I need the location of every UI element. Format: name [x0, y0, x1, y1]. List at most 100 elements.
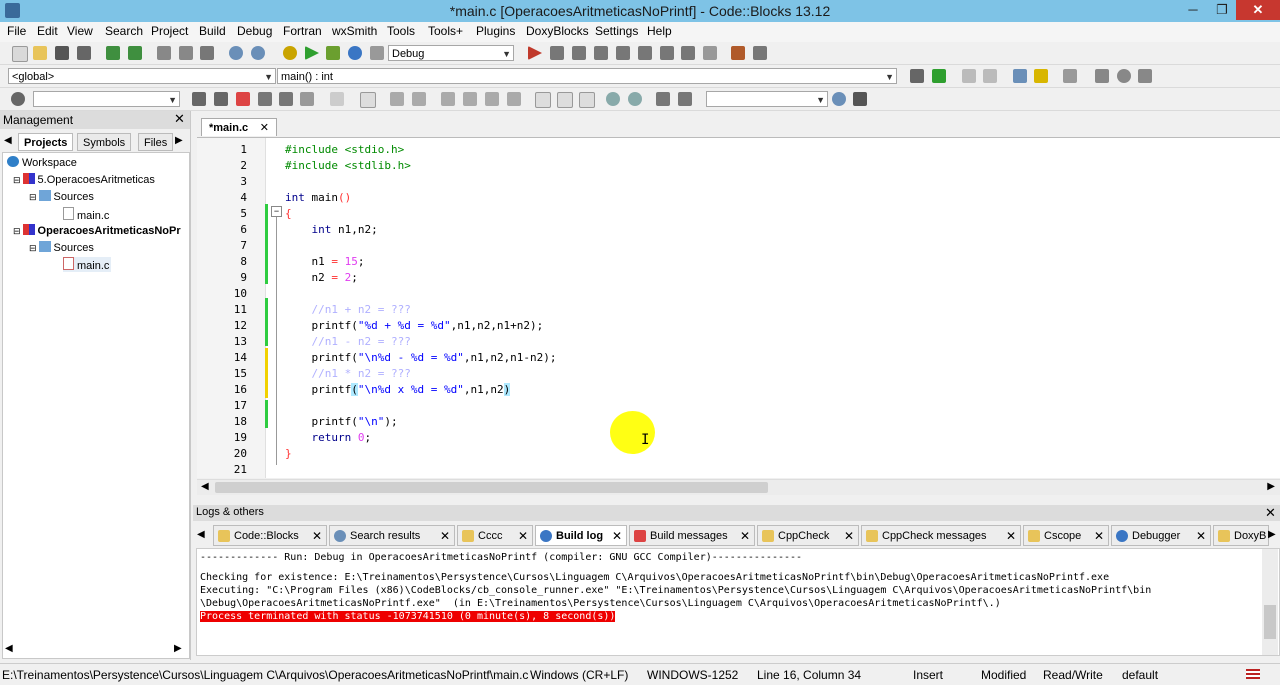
select-icon[interactable]	[258, 92, 272, 106]
close-icon[interactable]: ✕	[1196, 526, 1206, 547]
tree-file-2[interactable]: main.c	[63, 257, 112, 272]
tree-horizontal-scrollbar[interactable]: ◀ ▶	[0, 642, 190, 657]
build-gear-icon[interactable]	[283, 46, 297, 60]
menu-wxsmith[interactable]: wxSmith	[332, 24, 377, 38]
close-icon[interactable]: ✕	[518, 526, 528, 547]
toggle-bookmark-icon[interactable]	[1117, 69, 1131, 83]
redo-icon[interactable]	[128, 46, 142, 60]
fold-icon[interactable]: −	[271, 206, 282, 217]
next-instruction-icon[interactable]	[638, 46, 652, 60]
frame-1-icon[interactable]	[535, 92, 551, 108]
next-line-icon[interactable]	[572, 46, 586, 60]
rebuild-icon[interactable]	[348, 46, 362, 60]
menu-settings[interactable]: Settings	[595, 24, 638, 38]
new-file-icon[interactable]	[12, 46, 28, 62]
various-info-icon[interactable]	[753, 46, 767, 60]
chevron-left-icon[interactable]: ◀	[4, 135, 12, 146]
menu-help[interactable]: Help	[647, 24, 672, 38]
jump-implementation-icon[interactable]	[932, 69, 946, 83]
clear-icon[interactable]	[11, 92, 25, 106]
align-3-icon[interactable]	[485, 92, 499, 106]
close-icon[interactable]: ✕	[612, 526, 622, 547]
menu-build[interactable]: Build	[199, 24, 226, 38]
menu-view[interactable]: View	[67, 24, 93, 38]
close-icon[interactable]: ✕	[312, 526, 322, 547]
scrollbar-thumb[interactable]	[1264, 605, 1276, 639]
stop-debug-icon[interactable]	[703, 46, 717, 60]
close-icon[interactable]: ✕	[440, 526, 450, 547]
collapse-icon[interactable]: ⊟	[29, 243, 37, 253]
options-icon[interactable]	[300, 92, 314, 106]
zoom-out-icon[interactable]	[628, 92, 642, 106]
step-out-icon[interactable]	[616, 46, 630, 60]
open-icon[interactable]	[33, 46, 47, 60]
close-button[interactable]: ✕	[1236, 0, 1280, 20]
abort-icon[interactable]	[370, 46, 384, 60]
menu-doxyblocks[interactable]: DoxyBlocks	[526, 24, 589, 38]
layout-1-icon[interactable]	[360, 92, 376, 108]
tab-cppcheck[interactable]: CppCheck ✕	[757, 525, 859, 546]
tab-debugger[interactable]: Debugger ✕	[1111, 525, 1211, 546]
regex-icon[interactable]	[279, 92, 293, 106]
tab-symbols[interactable]: Symbols	[77, 133, 132, 151]
close-icon[interactable]: ✕	[174, 111, 185, 127]
find-icon[interactable]	[229, 46, 243, 60]
menu-plugins[interactable]: Plugins	[476, 24, 515, 38]
save-all-icon[interactable]	[77, 46, 91, 60]
chevron-right-icon[interactable]: ▶	[1268, 529, 1276, 540]
menu-edit[interactable]: Edit	[37, 24, 58, 38]
prev-bookmark-icon[interactable]	[1095, 69, 1109, 83]
language-flag-icon[interactable]	[1246, 669, 1260, 679]
menu-file[interactable]: File	[7, 24, 26, 38]
forward-arrow-icon[interactable]	[214, 92, 228, 106]
menu-search[interactable]: Search	[105, 24, 143, 38]
align-2-icon[interactable]	[463, 92, 477, 106]
build-log-output[interactable]: ------------- Run: Debug in OperacoesAri…	[196, 548, 1280, 656]
close-icon[interactable]: ✕	[844, 526, 854, 547]
menu-tools-plus[interactable]: Tools+	[428, 24, 463, 38]
pointer-icon[interactable]	[330, 92, 344, 106]
tree-project-1[interactable]: ⊟ 5.OperacoesAritmeticas	[13, 173, 155, 186]
scroll-left-icon[interactable]: ◀	[201, 481, 209, 492]
tab-cppcheck-messages[interactable]: CppCheck messages ✕	[861, 525, 1021, 546]
doxywizard-icon[interactable]	[1013, 69, 1027, 83]
uncomment-icon[interactable]	[983, 69, 997, 83]
menu-project[interactable]: Project	[151, 24, 188, 38]
pause-icon[interactable]	[681, 46, 695, 60]
save-icon[interactable]	[55, 46, 69, 60]
tab-build-messages[interactable]: Build messages ✕	[629, 525, 755, 546]
tab-main-c[interactable]: *main.c ✕	[201, 118, 277, 136]
tab-codeblocks[interactable]: Code::Blocks ✕	[213, 525, 327, 546]
zoom-in-icon[interactable]	[606, 92, 620, 106]
frame-3-icon[interactable]	[579, 92, 595, 108]
scroll-left-icon[interactable]: ◀	[5, 643, 13, 654]
copy-icon[interactable]	[179, 46, 193, 60]
tree-sources-1[interactable]: ⊟ Sources	[29, 190, 94, 203]
collapse-icon[interactable]: ⊟	[13, 226, 21, 236]
tab-projects[interactable]: Projects	[18, 133, 74, 151]
close-icon[interactable]: ✕	[1094, 526, 1104, 547]
menu-debug[interactable]: Debug	[237, 24, 272, 38]
tree-project-2[interactable]: ⊟ OperacoesAritmeticasNoPr	[13, 224, 181, 237]
cut-icon[interactable]	[157, 46, 171, 60]
scope-select[interactable]: <global> ▼	[8, 68, 276, 84]
close-icon[interactable]: ✕	[1265, 505, 1276, 521]
align-1-icon[interactable]	[441, 92, 455, 106]
code-editor[interactable]: 1 2 3 4 5 6 7 8 9 10 11 12 13 14 15 16 1…	[197, 138, 1280, 478]
step-into-icon[interactable]	[594, 46, 608, 60]
horizontal-scrollbar[interactable]: ◀ ▶	[197, 479, 1280, 495]
doxy-extract-icon[interactable]	[1034, 69, 1048, 83]
maximize-button[interactable]: ❐	[1208, 0, 1236, 20]
jump-declaration-icon[interactable]	[910, 69, 924, 83]
close-icon[interactable]: ✕	[260, 119, 269, 137]
scrollbar-thumb[interactable]	[215, 482, 768, 493]
scroll-right-icon[interactable]: ▶	[1267, 481, 1275, 492]
run-to-cursor-icon[interactable]	[550, 46, 564, 60]
run-icon[interactable]	[305, 46, 319, 60]
scroll-right-icon[interactable]: ▶	[174, 643, 182, 654]
debug-start-icon[interactable]	[528, 46, 542, 60]
collapse-icon[interactable]: ⊟	[29, 192, 37, 202]
menu-fortran[interactable]: Fortran	[283, 24, 322, 38]
build-target-select[interactable]: Debug ▼	[388, 45, 514, 61]
symbol-c-icon[interactable]	[678, 92, 692, 106]
